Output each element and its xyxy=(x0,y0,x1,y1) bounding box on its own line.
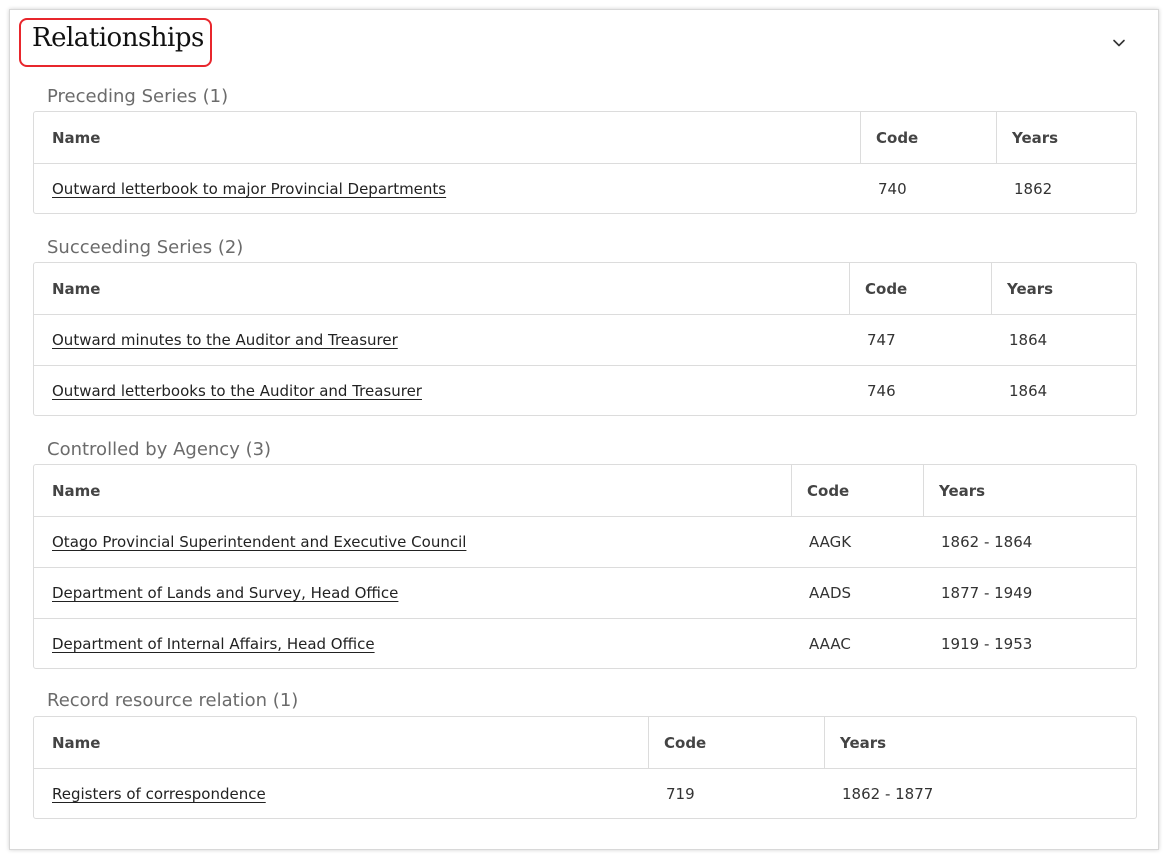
column-header-years: Years xyxy=(991,263,1136,314)
succeeding-series-table: Name Code Years Outward minutes to the A… xyxy=(33,262,1137,416)
years-value: 1862 - 1864 xyxy=(941,533,1033,551)
series-link[interactable]: Outward letterbooks to the Auditor and T… xyxy=(52,382,422,400)
series-link[interactable]: Outward letterbook to major Provincial D… xyxy=(52,180,446,198)
column-header-name: Name xyxy=(52,733,101,752)
years-value: 1864 xyxy=(1009,382,1048,400)
column-header-years: Years xyxy=(923,465,1136,516)
years-value: 1877 - 1949 xyxy=(941,584,1033,602)
code-value: 746 xyxy=(867,382,896,400)
years-value: 1862 - 1877 xyxy=(842,785,934,803)
column-header-code: Code xyxy=(791,465,923,516)
code-value: 740 xyxy=(878,180,907,198)
panel-title: Relationships xyxy=(32,23,204,53)
table-header: Name Code Years xyxy=(34,465,1136,516)
code-value: AAGK xyxy=(809,533,852,551)
preceding-series-table: Name Code Years Outward letterbook to ma… xyxy=(33,111,1137,214)
column-header-code: Code xyxy=(860,112,996,163)
years-value: 1864 xyxy=(1009,331,1048,349)
column-header-years: Years xyxy=(996,112,1136,163)
agency-link[interactable]: Department of Internal Affairs, Head Off… xyxy=(52,635,375,653)
column-header-code: Code xyxy=(849,263,991,314)
table-header: Name Code Years xyxy=(34,717,1136,768)
column-header-years: Years xyxy=(824,717,1136,768)
table-row: Registers of correspondence 719 1862 - 1… xyxy=(34,768,1136,818)
preceding-series-title: Preceding Series (1) xyxy=(47,86,229,107)
table-header: Name Code Years xyxy=(34,112,1136,163)
record-resource-relation-title: Record resource relation (1) xyxy=(47,690,299,711)
table-header: Name Code Years xyxy=(34,263,1136,314)
code-value: 747 xyxy=(867,331,896,349)
table-row: Department of Internal Affairs, Head Off… xyxy=(34,618,1136,668)
table-row: Outward letterbooks to the Auditor and T… xyxy=(34,365,1136,415)
agency-link[interactable]: Department of Lands and Survey, Head Off… xyxy=(52,584,398,602)
code-value: AAAC xyxy=(809,635,851,653)
controlled-by-agency-title: Controlled by Agency (3) xyxy=(47,439,272,460)
table-row: Department of Lands and Survey, Head Off… xyxy=(34,567,1136,618)
column-header-name: Name xyxy=(52,128,101,147)
code-value: AADS xyxy=(809,584,852,602)
agency-link[interactable]: Otago Provincial Superintendent and Exec… xyxy=(52,533,466,551)
table-row: Outward minutes to the Auditor and Treas… xyxy=(34,314,1136,365)
relationships-panel: Relationships Preceding Series (1) Name … xyxy=(9,9,1159,850)
code-value: 719 xyxy=(666,785,695,803)
chevron-down-icon[interactable] xyxy=(1112,36,1126,50)
column-header-code: Code xyxy=(648,717,824,768)
table-row: Otago Provincial Superintendent and Exec… xyxy=(34,516,1136,567)
column-header-name: Name xyxy=(52,279,101,298)
column-header-name: Name xyxy=(52,481,101,500)
series-link[interactable]: Outward minutes to the Auditor and Treas… xyxy=(52,331,398,349)
controlled-by-agency-table: Name Code Years Otago Provincial Superin… xyxy=(33,464,1137,669)
succeeding-series-title: Succeeding Series (2) xyxy=(47,237,244,258)
table-row: Outward letterbook to major Provincial D… xyxy=(34,163,1136,213)
record-link[interactable]: Registers of correspondence xyxy=(52,785,266,803)
years-value: 1862 xyxy=(1014,180,1053,198)
record-resource-relation-table: Name Code Years Registers of corresponde… xyxy=(33,716,1137,819)
years-value: 1919 - 1953 xyxy=(941,635,1033,653)
